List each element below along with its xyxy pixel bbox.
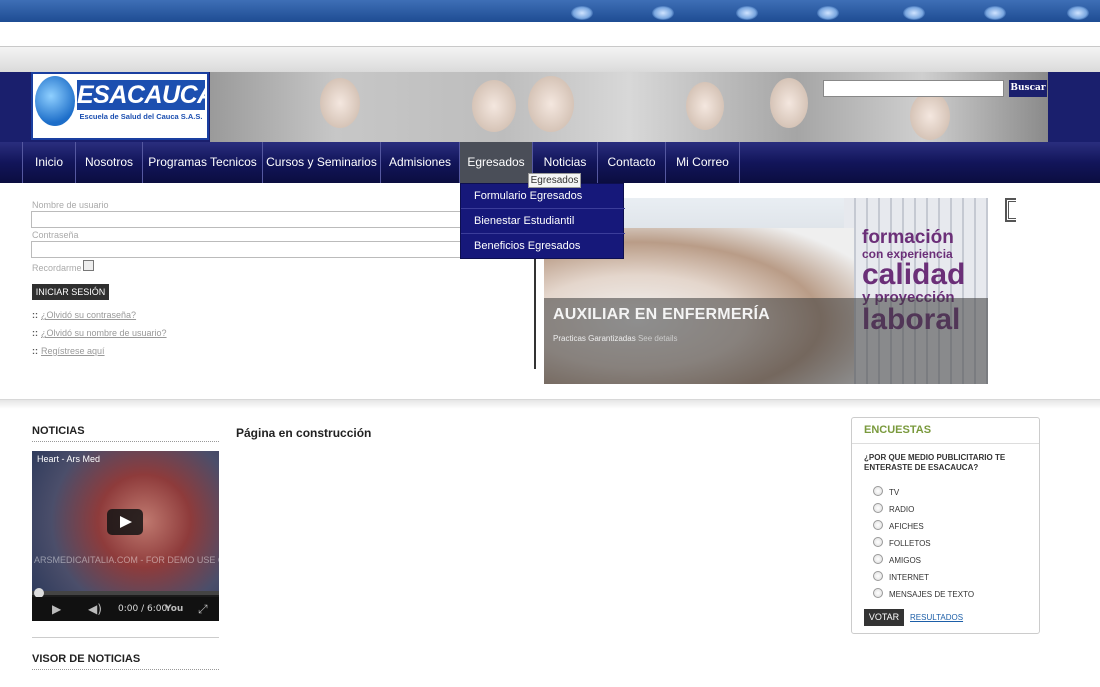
poll-option-label: TV bbox=[889, 488, 900, 497]
bullet-icon: :: bbox=[32, 346, 38, 356]
logo-subtitle: Escuela de Salud del Cauca S.A.S. bbox=[79, 112, 203, 121]
poll-option-label: INTERNET bbox=[889, 573, 929, 582]
password-label: Contraseña bbox=[32, 230, 79, 240]
nav-tooltip: Egresados bbox=[528, 173, 581, 188]
photo-face bbox=[686, 82, 724, 130]
dotted-rule bbox=[32, 669, 219, 670]
poll-option-label: RADIO bbox=[889, 505, 915, 514]
nav-contacto[interactable]: Contacto bbox=[598, 142, 666, 183]
play-small-icon[interactable]: ▶ bbox=[52, 597, 61, 621]
photo-face bbox=[528, 76, 574, 132]
slide-nav-inner bbox=[1008, 201, 1016, 219]
video-title: Heart - Ars Med bbox=[37, 454, 101, 464]
photo-face bbox=[472, 80, 516, 132]
radio-icon[interactable] bbox=[873, 503, 883, 513]
video-time: 0:00 / 6:00 bbox=[118, 604, 168, 614]
register-link[interactable]: Regístrese aquí bbox=[41, 346, 105, 356]
visor-title: VISOR DE NOTICIAS bbox=[32, 653, 141, 665]
radio-icon[interactable] bbox=[873, 588, 883, 598]
nav-cursos-seminarios[interactable]: Cursos y Seminarios bbox=[263, 142, 381, 183]
video-player[interactable]: Heart - Ars Med ARSMEDICAITALIA.COM - FO… bbox=[32, 451, 219, 621]
forgot-username-row: :: ¿Olvidó su nombre de usuario? bbox=[32, 328, 167, 338]
decor-dot bbox=[1067, 6, 1089, 20]
decor-dot bbox=[736, 6, 758, 20]
site-logo[interactable]: ESACAUCA Escuela de Salud del Cauca S.A.… bbox=[31, 72, 209, 140]
radio-icon[interactable] bbox=[873, 520, 883, 530]
poll-box: ENCUESTAS ¿POR QUE MEDIO PUBLICITARIO TE… bbox=[851, 417, 1040, 634]
poll-option-label: AFICHES bbox=[889, 522, 924, 531]
nav-programas-tecnicos[interactable]: Programas Tecnicos bbox=[143, 142, 263, 183]
slogan-line: calidad bbox=[862, 258, 966, 291]
rule bbox=[32, 637, 219, 638]
search-input[interactable] bbox=[823, 80, 1004, 97]
forgot-password-row: :: ¿Olvidó su contraseña? bbox=[32, 310, 136, 320]
egresados-dropdown: Formulario Egresados Bienestar Estudiant… bbox=[460, 183, 625, 259]
decor-dot bbox=[984, 6, 1006, 20]
video-watermark: ARSMEDICAITALIA.COM - FOR DEMO USE ONLY bbox=[34, 555, 219, 565]
nav-mi-correo[interactable]: Mi Correo bbox=[666, 142, 740, 183]
globe-icon bbox=[35, 76, 75, 126]
remember-checkbox[interactable] bbox=[83, 260, 94, 271]
play-icon[interactable] bbox=[107, 509, 143, 535]
grey-band bbox=[0, 46, 1100, 73]
password-field[interactable] bbox=[31, 241, 461, 258]
slide-caption-text: Practicas Garantizadas See details bbox=[553, 334, 678, 343]
top-strip bbox=[0, 0, 1100, 22]
bullet-icon: :: bbox=[32, 310, 38, 320]
see-details-link[interactable]: See details bbox=[638, 334, 678, 343]
poll-question: ¿POR QUE MEDIO PUBLICITARIO TE ENTERASTE… bbox=[864, 453, 1006, 472]
nav-nosotros[interactable]: Nosotros bbox=[76, 142, 143, 183]
register-row: :: Regístrese aquí bbox=[32, 346, 105, 356]
results-link[interactable]: RESULTADOS bbox=[910, 613, 963, 622]
forgot-password-link[interactable]: ¿Olvidó su contraseña? bbox=[41, 310, 136, 320]
decor-dot bbox=[903, 6, 925, 20]
dotted-rule bbox=[32, 441, 219, 442]
radio-icon[interactable] bbox=[873, 486, 883, 496]
radio-icon[interactable] bbox=[873, 571, 883, 581]
slide-caption-title: AUXILIAR EN ENFERMERÍA bbox=[553, 306, 770, 323]
nav-egresados[interactable]: Egresados bbox=[460, 142, 533, 183]
photo-face bbox=[910, 92, 950, 140]
search-button[interactable]: Buscar bbox=[1009, 80, 1047, 97]
bullet-icon: :: bbox=[32, 328, 38, 338]
poll-option-label: AMIGOS bbox=[889, 556, 922, 565]
radio-icon[interactable] bbox=[873, 554, 883, 564]
section-separator bbox=[0, 399, 1100, 409]
forgot-username-link[interactable]: ¿Olvidó su nombre de usuario? bbox=[41, 328, 167, 338]
poll-option-label: FOLLETOS bbox=[889, 539, 931, 548]
nav-admisiones[interactable]: Admisiones bbox=[381, 142, 460, 183]
photo-face bbox=[770, 78, 808, 128]
remember-label: Recordarme bbox=[32, 263, 82, 273]
page-title: Página en construcción bbox=[236, 426, 372, 440]
vote-button[interactable]: VOTAR bbox=[864, 609, 904, 626]
poll-title: ENCUESTAS bbox=[864, 424, 932, 436]
volume-icon[interactable]: ◀) bbox=[88, 597, 102, 621]
noticias-title: NOTICIAS bbox=[32, 425, 85, 437]
decor-dot bbox=[652, 6, 674, 20]
nav-inicio[interactable]: Inicio bbox=[23, 142, 76, 183]
slide-caption-desc: Practicas Garantizadas bbox=[553, 334, 636, 343]
slogan-line: formación bbox=[862, 227, 954, 248]
username-label: Nombre de usuario bbox=[32, 200, 109, 210]
logo-name: ESACAUCA bbox=[77, 80, 209, 110]
fullscreen-icon[interactable]: ⤢ bbox=[198, 597, 208, 621]
login-button[interactable]: INICIAR SESIÓN bbox=[32, 284, 109, 300]
photo-face bbox=[320, 78, 360, 128]
radio-icon[interactable] bbox=[873, 537, 883, 547]
poll-rule bbox=[852, 443, 1039, 444]
poll-option-label: MENSAJES DE TEXTO bbox=[889, 590, 975, 599]
dropdown-item-bienestar-estudiantil[interactable]: Bienestar Estudiantil bbox=[461, 209, 625, 234]
decor-dot bbox=[817, 6, 839, 20]
dropdown-item-beneficios-egresados[interactable]: Beneficios Egresados bbox=[461, 234, 625, 259]
video-progress[interactable] bbox=[32, 591, 219, 595]
username-field[interactable] bbox=[31, 211, 461, 228]
youtube-icon[interactable]: You bbox=[165, 597, 183, 621]
decor-dot bbox=[571, 6, 593, 20]
